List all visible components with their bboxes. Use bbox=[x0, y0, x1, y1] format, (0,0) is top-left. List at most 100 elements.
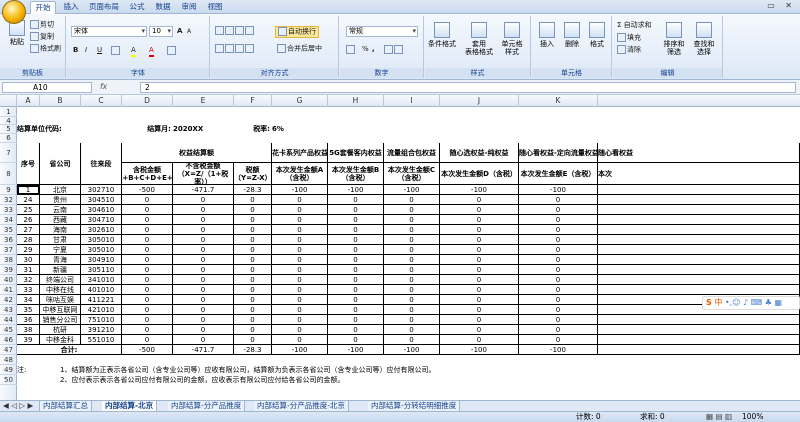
cell-empty[interactable] bbox=[598, 195, 800, 205]
clear-button[interactable]: 清除 bbox=[617, 45, 641, 55]
cell-value[interactable]: 0 bbox=[122, 295, 173, 305]
cell-value[interactable]: 0 bbox=[519, 305, 598, 315]
cell-value[interactable]: 0 bbox=[328, 255, 384, 265]
cell-value[interactable]: 0 bbox=[234, 265, 272, 275]
total-value[interactable]: -100 bbox=[384, 345, 440, 355]
cell-value[interactable]: 0 bbox=[328, 295, 384, 305]
cell-value[interactable]: 0 bbox=[234, 335, 272, 345]
settle-month-label[interactable]: 结算月: bbox=[122, 125, 173, 134]
cell-province[interactable]: 杭研 bbox=[40, 325, 81, 335]
cell-value[interactable]: -500 bbox=[122, 185, 173, 195]
cell-value[interactable]: 0 bbox=[519, 205, 598, 215]
header-province[interactable]: 省公司 bbox=[40, 143, 81, 185]
cell-value[interactable]: 0 bbox=[272, 285, 328, 295]
header-incl-tax[interactable]: 含税金额（Z=A+B+C+D+E+F+G+ bbox=[122, 163, 173, 185]
column-header-j[interactable]: J bbox=[440, 95, 519, 107]
formula-input[interactable]: 2 bbox=[140, 82, 796, 93]
cell-empty[interactable] bbox=[598, 285, 800, 295]
row-header[interactable]: 37 bbox=[0, 245, 17, 255]
cell-empty[interactable] bbox=[598, 235, 800, 245]
cell-value[interactable]: 0 bbox=[440, 225, 519, 235]
window-controls[interactable]: ▭ ✕ bbox=[767, 1, 796, 10]
grow-font-button[interactable]: A bbox=[177, 27, 182, 36]
cell-value[interactable]: 0 bbox=[272, 295, 328, 305]
cell-value[interactable]: 0 bbox=[173, 275, 234, 285]
note-line-2[interactable]: 2、应付表示表示各省公司应付有限公司的金额，应收表示有限公司应付给各省公司的金额… bbox=[40, 375, 800, 385]
row-header[interactable]: 39 bbox=[0, 265, 17, 275]
cell-value[interactable]: 0 bbox=[519, 335, 598, 345]
column-header-h[interactable]: H bbox=[328, 95, 384, 107]
unit-code-label[interactable]: 结算单位代码: bbox=[17, 125, 122, 134]
cell-value[interactable]: 0 bbox=[440, 255, 519, 265]
conditional-format-button[interactable]: 条件格式 bbox=[427, 22, 457, 48]
cell-value[interactable]: 0 bbox=[234, 325, 272, 335]
cell-province[interactable]: 北京 bbox=[40, 185, 81, 195]
cell-value[interactable]: 0 bbox=[384, 265, 440, 275]
header-l-sub[interactable]: 本次 bbox=[598, 163, 800, 185]
cell-value[interactable]: 0 bbox=[173, 235, 234, 245]
column-header-b[interactable]: B bbox=[40, 95, 81, 107]
format-cells-button[interactable]: 格式 bbox=[582, 22, 612, 48]
cell-seq[interactable]: 29 bbox=[17, 245, 40, 255]
cell-value[interactable]: 0 bbox=[519, 315, 598, 325]
cell-value[interactable]: -100 bbox=[519, 185, 598, 195]
row-header[interactable]: 34 bbox=[0, 215, 17, 225]
cell-value[interactable]: 0 bbox=[272, 205, 328, 215]
header-seq[interactable]: 序号 bbox=[17, 143, 40, 185]
borders-button[interactable] bbox=[111, 46, 121, 56]
cell-value[interactable]: 0 bbox=[328, 315, 384, 325]
cell-value[interactable]: 0 bbox=[519, 235, 598, 245]
header-account[interactable]: 往来段 bbox=[81, 143, 122, 185]
cell-value[interactable]: 0 bbox=[328, 205, 384, 215]
cell-value[interactable]: 0 bbox=[440, 245, 519, 255]
cell-value[interactable]: 0 bbox=[384, 285, 440, 295]
cell-value[interactable]: 0 bbox=[173, 215, 234, 225]
copy-button[interactable]: 复制 bbox=[30, 32, 54, 42]
total-value[interactable]: -100 bbox=[440, 345, 519, 355]
header-g-sub[interactable]: 本次发生金额A（含税） bbox=[272, 163, 328, 185]
row-header[interactable]: 1 bbox=[0, 107, 17, 117]
row-header[interactable]: 44 bbox=[0, 315, 17, 325]
column-header-e[interactable]: E bbox=[173, 95, 234, 107]
cell-seq[interactable]: 24 bbox=[17, 195, 40, 205]
currency-button[interactable] bbox=[346, 45, 356, 55]
sheet-tab-summary[interactable]: 内部结算汇总 bbox=[40, 401, 92, 411]
cell-seq[interactable]: 30 bbox=[17, 255, 40, 265]
cell-value[interactable]: 0 bbox=[384, 295, 440, 305]
cell-seq[interactable]: 31 bbox=[17, 265, 40, 275]
cell-value[interactable]: 0 bbox=[173, 195, 234, 205]
cell-account[interactable]: 341010 bbox=[81, 275, 122, 285]
sheet-tab-detail[interactable]: 内部结算-分转结明细推度 bbox=[368, 401, 461, 411]
cell-seq[interactable]: 39 bbox=[17, 335, 40, 345]
cell-value[interactable]: -100 bbox=[384, 185, 440, 195]
row-header[interactable]: 40 bbox=[0, 275, 17, 285]
column-header-d[interactable]: D bbox=[122, 95, 173, 107]
cell-province[interactable]: 海南 bbox=[40, 225, 81, 235]
total-value[interactable]: -100 bbox=[328, 345, 384, 355]
percent-button[interactable]: % bbox=[362, 45, 369, 54]
total-value[interactable]: -500 bbox=[122, 345, 173, 355]
cell-value[interactable]: 0 bbox=[234, 235, 272, 245]
cell-seq[interactable]: 26 bbox=[17, 215, 40, 225]
format-painter-button[interactable]: 格式刷 bbox=[30, 44, 61, 54]
row-header[interactable]: 46 bbox=[0, 335, 17, 345]
sheet-nav-buttons[interactable]: ◀ ◁ ▷ ▶ bbox=[0, 401, 40, 411]
phonetic-button[interactable] bbox=[167, 46, 177, 56]
cell-value[interactable]: 0 bbox=[122, 235, 173, 245]
row-header[interactable]: 4 bbox=[0, 117, 17, 125]
autosum-button[interactable]: Σ 自动求和 bbox=[617, 21, 652, 30]
cell-seq[interactable]: 28 bbox=[17, 235, 40, 245]
cell-empty[interactable] bbox=[598, 245, 800, 255]
cell-value[interactable]: 0 bbox=[173, 245, 234, 255]
align-left-buttons[interactable] bbox=[215, 44, 255, 54]
wrap-text-button[interactable]: 自动换行 bbox=[275, 26, 319, 38]
cell-account[interactable]: 391210 bbox=[81, 325, 122, 335]
row-header[interactable]: 32 bbox=[0, 195, 17, 205]
number-format-select[interactable]: 常规 bbox=[346, 26, 418, 37]
cell-value[interactable]: 0 bbox=[519, 225, 598, 235]
cell-value[interactable]: 0 bbox=[272, 225, 328, 235]
column-header-k[interactable]: K bbox=[519, 95, 598, 107]
cell-province[interactable]: 销售分公司 bbox=[40, 315, 81, 325]
cell-seq[interactable]: 35 bbox=[17, 305, 40, 315]
cell-province[interactable]: 中移金科 bbox=[40, 335, 81, 345]
